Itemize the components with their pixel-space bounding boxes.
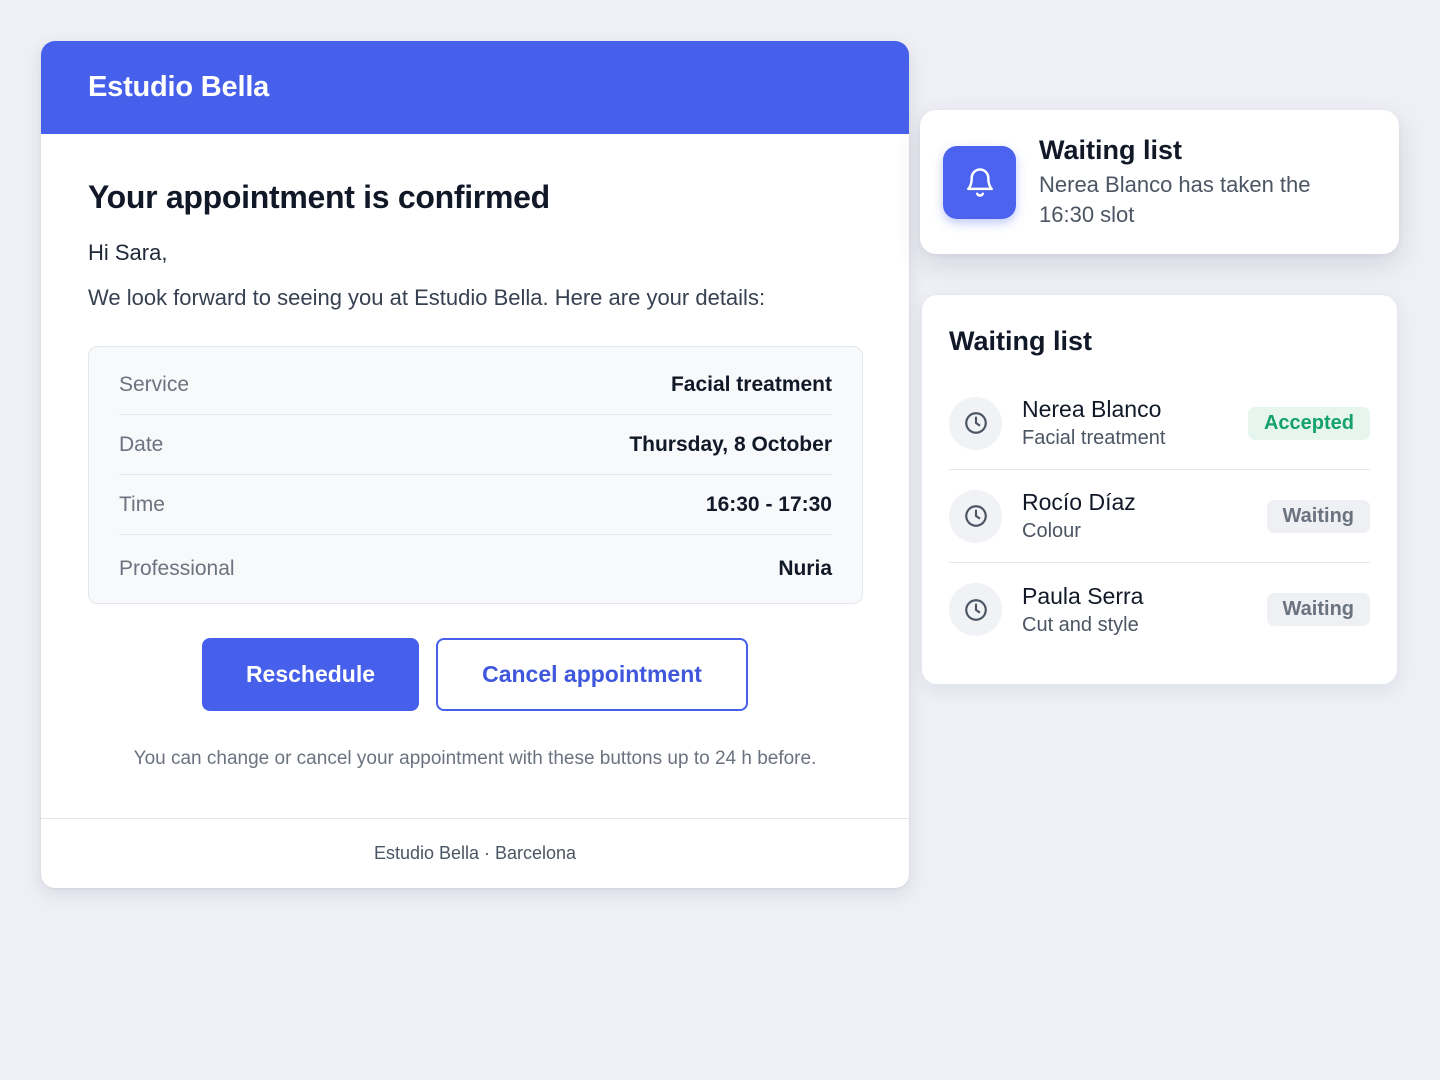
status-badge: Waiting — [1266, 593, 1370, 626]
list-item[interactable]: Rocío Díaz Colour Waiting — [949, 470, 1370, 563]
detail-value: Thursday, 8 October — [629, 432, 832, 456]
detail-label: Professional — [119, 557, 235, 580]
panel-title: Waiting list — [949, 326, 1092, 356]
client-name: Rocío Díaz — [1022, 489, 1136, 515]
detail-row-time: Time 16:30 - 17:30 — [119, 475, 832, 535]
detail-row-professional: Professional Nuria — [119, 535, 832, 603]
notification-message: Nerea Blanco has taken the 16:30 slot — [1039, 172, 1311, 227]
detail-label: Date — [119, 432, 164, 456]
client-service: Cut and style — [1022, 613, 1139, 636]
confirmation-email: Estudio Bella Your appointment is confir… — [41, 41, 909, 888]
email-body: Your appointment is confirmed Hi Sara, W… — [41, 177, 909, 770]
client-service: Colour — [1022, 520, 1081, 542]
detail-value: Nuria — [778, 557, 832, 580]
email-header: Estudio Bella — [41, 41, 909, 134]
status-badge: Waiting — [1266, 499, 1370, 533]
reschedule-button[interactable]: Reschedule — [202, 638, 419, 711]
list-item[interactable]: Paula Serra Cut and style Waiting — [949, 563, 1370, 656]
waiting-list-panel: Waiting list Nerea Blanco Facial treatme… — [921, 294, 1398, 685]
clock-icon — [949, 396, 1002, 450]
detail-label: Service — [119, 372, 190, 396]
list-item-info: Rocío Díaz Colour — [1022, 488, 1267, 544]
client-name: Nerea Blanco — [1022, 396, 1162, 422]
footer-text: Estudio Bella · Barcelona — [373, 843, 577, 863]
detail-row-service: Service Facial treatment — [119, 347, 832, 415]
client-service: Facial treatment — [1022, 427, 1166, 449]
list-item-info: Paula Serra Cut and style — [1022, 582, 1267, 638]
list-item-info: Nerea Blanco Facial treatment — [1022, 395, 1248, 451]
change-policy-note: You can change or cancel your appointmen… — [133, 748, 817, 769]
waiting-list: Nerea Blanco Facial treatment Accepted R… — [949, 377, 1370, 656]
email-footer: Estudio Bella · Barcelona — [41, 818, 909, 888]
email-actions: Reschedule Cancel appointment — [88, 638, 862, 711]
client-name: Paula Serra — [1022, 582, 1144, 609]
clock-icon — [949, 583, 1002, 636]
bell-icon — [943, 145, 1016, 219]
brand-name: Estudio Bella — [88, 71, 270, 103]
detail-value: Facial treatment — [670, 372, 832, 396]
clock-icon — [949, 489, 1002, 543]
list-item[interactable]: Nerea Blanco Facial treatment Accepted — [949, 377, 1370, 470]
notification-title: Waiting list — [1039, 135, 1182, 165]
notification-text: Waiting list Nerea Blanco has taken the … — [1039, 134, 1349, 230]
detail-label: Time — [119, 492, 165, 516]
appointment-details: Service Facial treatment Date Thursday, … — [88, 346, 863, 604]
status-badge: Accepted — [1247, 406, 1370, 440]
detail-row-date: Date Thursday, 8 October — [119, 415, 832, 475]
detail-value: 16:30 - 17:30 — [705, 492, 832, 516]
email-title: Your appointment is confirmed — [88, 179, 550, 215]
cancel-appointment-button[interactable]: Cancel appointment — [436, 638, 748, 711]
waiting-list-notification[interactable]: Waiting list Nerea Blanco has taken the … — [920, 110, 1399, 254]
intro-text: We look forward to seeing you at Estudio… — [88, 285, 766, 310]
greeting: Hi Sara, — [88, 240, 168, 265]
